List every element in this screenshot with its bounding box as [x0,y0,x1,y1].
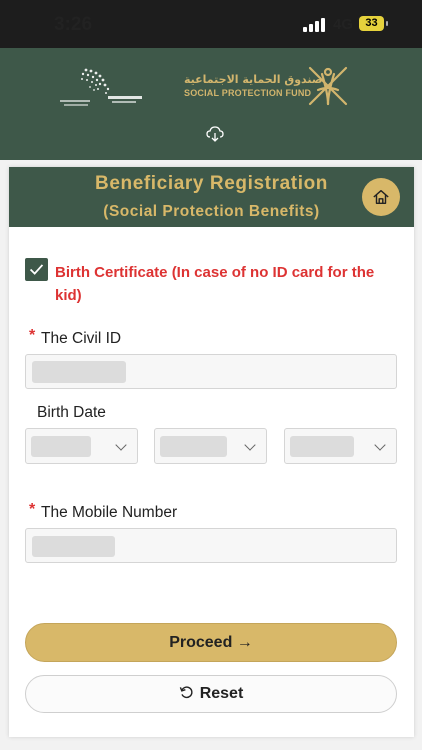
home-button[interactable] [362,178,400,216]
signal-icon [303,18,327,32]
chevron-down-icon [244,439,256,451]
refresh-icon [179,686,193,699]
birth-year-select[interactable] [284,428,397,464]
battery-tip [386,21,388,26]
org-name-english: SOCIAL PROTECTION FUND [184,88,312,98]
proceed-button[interactable]: Proceed → [25,623,397,662]
birth-day-select[interactable] [25,428,138,464]
civil-id-redacted-value [32,361,126,383]
civil-id-input[interactable] [25,354,397,389]
birth-month-select[interactable] [154,428,267,464]
reset-button[interactable]: Reset [25,675,397,713]
reset-label: Reset [199,685,244,702]
cloud-download-icon[interactable] [206,126,224,142]
oman-vision-2040-logo [60,68,142,106]
page-subtitle: (Social Protection Benefits) [103,203,320,220]
page-title: Beneficiary Registration [95,173,328,194]
required-marker: * [29,501,36,518]
year-redacted-value [290,436,354,457]
civil-id-label: The Civil ID [41,330,122,347]
status-time: 3:26 [54,14,93,35]
home-icon [373,189,389,205]
birth-date-label: Birth Date [37,404,106,421]
network-type: 4G [333,16,354,33]
month-redacted-value [160,436,227,457]
required-marker: * [29,327,36,344]
day-redacted-value [31,436,91,457]
battery-icon: 33 [359,16,384,31]
chevron-down-icon [374,439,386,451]
mobile-redacted-value [32,536,115,557]
birth-certificate-checkbox[interactable] [25,258,48,281]
oman-emblem-icon [308,66,348,106]
chevron-down-icon [115,439,127,451]
checkmark-icon [29,264,44,275]
birth-certificate-label[interactable]: Birth Certificate (In case of no ID card… [55,261,390,307]
mobile-number-input[interactable] [25,528,397,563]
mobile-number-label: The Mobile Number [41,504,178,521]
